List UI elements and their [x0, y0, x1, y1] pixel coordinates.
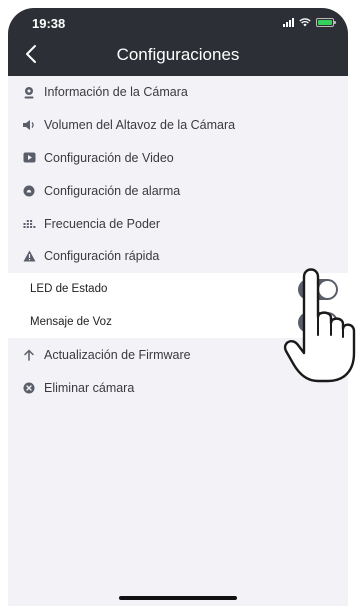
- alarm-icon: [22, 184, 36, 198]
- pointing-hand-icon: [283, 268, 356, 383]
- menu-item-label: Información de la Cámara: [44, 85, 188, 100]
- navigation-bar: 19:38 Configuraciones: [8, 8, 348, 76]
- menu-item-label: Volumen del Altavoz de la Cámara: [44, 118, 236, 133]
- delete-x-icon: [22, 381, 36, 395]
- menu-item-label: Eliminar cámara: [44, 380, 135, 395]
- menu-item-label: Configuración rápida: [44, 249, 160, 264]
- menu-item-camera-info[interactable]: Información de la Cámara: [8, 76, 348, 109]
- setting-label: LED de Estado: [30, 283, 108, 296]
- status-icons: [283, 18, 336, 27]
- menu-item-speaker-volume[interactable]: Volumen del Altavoz de la Cámara: [8, 109, 348, 142]
- warning-triangle-icon: [22, 249, 36, 263]
- frequency-icon: [22, 217, 36, 231]
- menu-item-label: Configuración de alarma: [44, 183, 181, 198]
- menu-item-label: Frecuencia de Poder: [44, 216, 161, 231]
- setting-label: Mensaje de Voz: [30, 315, 112, 328]
- status-time: 19:38: [32, 16, 66, 31]
- battery-icon: [316, 18, 336, 27]
- menu-item-alarm-settings[interactable]: Configuración de alarma: [8, 174, 348, 207]
- menu-item-power-frequency[interactable]: Frecuencia de Poder: [8, 207, 348, 240]
- page-title: Configuraciones: [116, 45, 240, 64]
- home-indicator: [119, 596, 237, 600]
- menu-item-label: Actualización de Firmware: [44, 347, 191, 362]
- menu-item-video-settings[interactable]: Configuración de Video: [8, 142, 348, 175]
- wifi-icon: [299, 18, 311, 27]
- signal-icon: [283, 18, 294, 27]
- camera-icon: [22, 85, 36, 99]
- menu-item-label: Configuración de Video: [44, 150, 174, 165]
- video-icon: [22, 151, 36, 165]
- arrow-up-icon: [22, 348, 36, 362]
- speaker-icon: [22, 118, 36, 132]
